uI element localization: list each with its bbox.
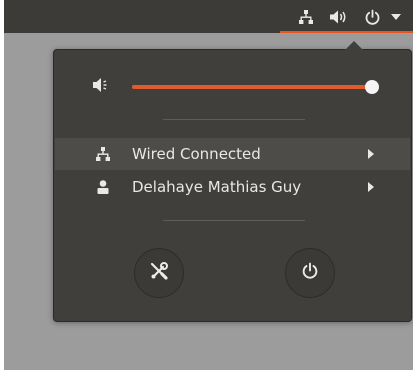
menu-item-label: Wired Connected bbox=[132, 145, 261, 163]
volume-icon[interactable] bbox=[327, 6, 351, 28]
menu-item-wired-connected[interactable]: Wired Connected bbox=[55, 138, 410, 170]
submenu-arrow-icon bbox=[368, 182, 374, 192]
volume-slider-fill bbox=[132, 85, 372, 89]
user-icon bbox=[95, 179, 111, 199]
system-menu: Wired Connected Delahaye Mathias Guy bbox=[53, 41, 412, 322]
volume-slider-handle[interactable] bbox=[365, 80, 379, 94]
network-wired-icon[interactable] bbox=[296, 6, 316, 28]
settings-button[interactable] bbox=[134, 248, 184, 298]
power-icon bbox=[301, 262, 319, 284]
dropdown-arrow-icon[interactable] bbox=[389, 6, 403, 28]
power-off-button[interactable] bbox=[285, 248, 335, 298]
menu-pointer bbox=[345, 41, 363, 50]
active-indicator bbox=[280, 31, 413, 33]
volume-slider[interactable] bbox=[132, 80, 379, 94]
desktop: Wired Connected Delahaye Mathias Guy bbox=[4, 0, 413, 370]
power-icon[interactable] bbox=[361, 6, 383, 28]
separator bbox=[163, 220, 305, 221]
volume-low-icon bbox=[92, 76, 110, 98]
top-bar bbox=[4, 0, 413, 33]
settings-icon bbox=[149, 261, 169, 285]
menu-item-user[interactable]: Delahaye Mathias Guy bbox=[55, 171, 410, 203]
separator bbox=[163, 119, 305, 120]
menu-item-label: Delahaye Mathias Guy bbox=[132, 178, 302, 196]
submenu-arrow-icon bbox=[368, 149, 374, 159]
network-wired-icon bbox=[95, 146, 111, 166]
